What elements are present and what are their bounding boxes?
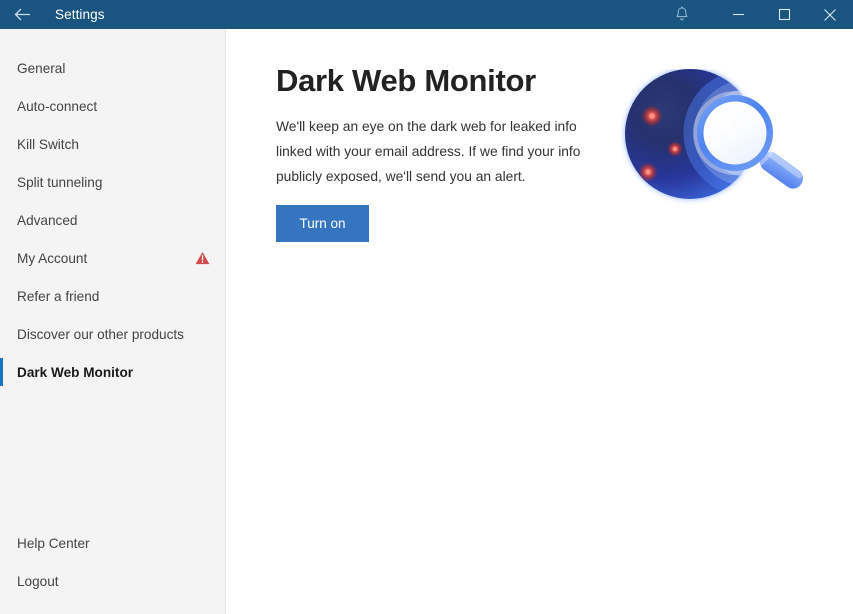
sidebar-item-label: My Account — [17, 251, 195, 266]
sidebar: General Auto-connect Kill Switch Split t… — [0, 29, 226, 614]
sidebar-item-auto-connect[interactable]: Auto-connect — [0, 87, 226, 125]
warning-icon — [195, 251, 210, 265]
sidebar-item-refer-a-friend[interactable]: Refer a friend — [0, 277, 226, 315]
sidebar-item-label: Split tunneling — [17, 175, 210, 190]
sidebar-item-label: Kill Switch — [17, 137, 210, 152]
back-button[interactable] — [0, 0, 44, 29]
sidebar-bottom-nav: Help Center Logout — [0, 524, 226, 600]
sidebar-item-discover-products[interactable]: Discover our other products — [0, 315, 226, 353]
sidebar-item-kill-switch[interactable]: Kill Switch — [0, 125, 226, 163]
sidebar-item-split-tunneling[interactable]: Split tunneling — [0, 163, 226, 201]
turn-on-button[interactable]: Turn on — [276, 205, 369, 242]
magnifier-lens — [693, 91, 777, 175]
dark-web-monitor-illustration — [610, 69, 840, 244]
sidebar-nav-list: General Auto-connect Kill Switch Split t… — [0, 49, 226, 391]
minimize-icon — [732, 8, 745, 21]
minimize-button[interactable] — [715, 0, 761, 29]
sidebar-item-help-center[interactable]: Help Center — [0, 524, 226, 562]
title-bar: Settings — [0, 0, 853, 29]
sidebar-item-label: General — [17, 61, 210, 76]
bell-icon — [674, 6, 690, 23]
settings-window: Settings — [0, 0, 853, 614]
notifications-button[interactable] — [657, 0, 707, 29]
maximize-button[interactable] — [761, 0, 807, 29]
sidebar-item-advanced[interactable]: Advanced — [0, 201, 226, 239]
sidebar-item-label: Refer a friend — [17, 289, 210, 304]
sidebar-item-label: Help Center — [17, 536, 210, 551]
sidebar-item-logout[interactable]: Logout — [0, 562, 226, 600]
sidebar-item-my-account[interactable]: My Account — [0, 239, 226, 277]
sidebar-item-label: Advanced — [17, 213, 210, 228]
active-indicator — [0, 358, 3, 386]
main-content: Dark Web Monitor We'll keep an eye on th… — [227, 29, 853, 614]
maximize-icon — [778, 8, 791, 21]
window-title: Settings — [55, 7, 105, 22]
close-icon — [823, 8, 837, 22]
sidebar-item-general[interactable]: General — [0, 49, 226, 87]
sidebar-item-dark-web-monitor[interactable]: Dark Web Monitor — [0, 353, 226, 391]
sidebar-item-label: Dark Web Monitor — [17, 365, 210, 380]
sidebar-item-label: Auto-connect — [17, 99, 210, 114]
close-button[interactable] — [807, 0, 853, 29]
back-arrow-icon — [14, 8, 31, 21]
page-description: We'll keep an eye on the dark web for le… — [276, 114, 591, 189]
sidebar-item-label: Logout — [17, 574, 210, 589]
page-title: Dark Web Monitor — [276, 63, 536, 99]
sidebar-item-label: Discover our other products — [17, 327, 210, 342]
